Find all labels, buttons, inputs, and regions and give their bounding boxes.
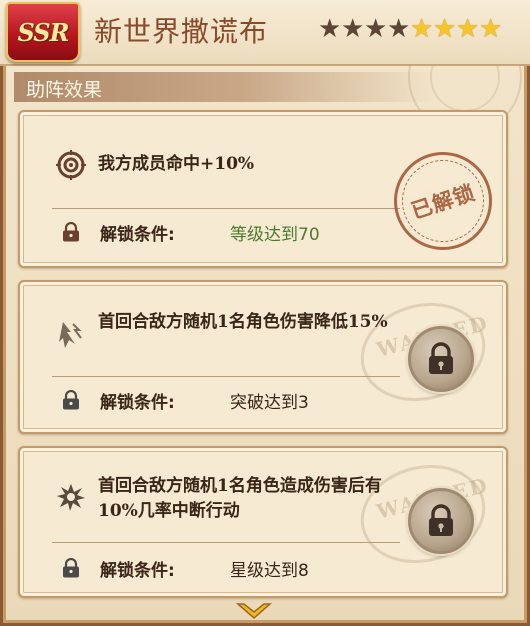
condition-value: 星级达到8 [230,561,309,581]
section-title: 助阵效果 [26,79,103,101]
character-name: 新世界撒谎布 [94,15,269,48]
locked-skill-button[interactable] [408,488,474,554]
divider [52,376,400,377]
condition-label: 解锁条件: [100,561,175,581]
lock-icon [63,390,79,410]
star-icon: ★ [387,14,411,44]
scroll-down-button[interactable] [234,600,274,622]
section-header: 助阵效果 [14,72,434,102]
star-icon: ★ [341,14,365,44]
star-icon: ★ [433,14,457,44]
skill-effect: 首回合敌方随机1名角色造成伤害后有10%几率中断行动 [98,476,382,521]
star-icon: ★ [318,14,342,44]
unlocked-stamp-text: 已解锁 [405,175,481,227]
lock-icon [429,342,453,374]
rarity-label: SSR [17,17,69,47]
star-icon: ★ [456,14,480,44]
condition-label: 解锁条件: [100,393,175,413]
panel-header: SSR 新世界撒谎布 ★ ★ ★ ★ ★ ★ ★ ★ [0,0,530,66]
star-rating: ★ ★ ★ ★ ★ ★ ★ ★ [318,14,502,44]
burst-icon [56,482,86,512]
skill-effect: 首回合敌方随机1名角色伤害降低15% [98,312,388,332]
condition-label: 解锁条件: [100,225,175,245]
condition-value: 突破达到3 [230,393,309,413]
skill-card[interactable]: WANTED 首回合敌方随机1名角色造成伤害后有10%几率中断行动 解锁条件: … [18,446,508,598]
condition-value: 等级达到70 [230,225,320,245]
locked-skill-button[interactable] [408,326,474,392]
chevron-down-icon [236,603,272,619]
lock-icon [63,558,79,578]
skill-effect: 我方成员命中+10% [98,154,255,174]
divider [52,542,400,543]
lock-icon [429,504,453,536]
debuff-arrow-icon [56,320,86,350]
skill-card[interactable]: WANTED 首回合敌方随机1名角色伤害降低15% 解锁条件: 突破达到3 [18,280,508,434]
target-icon [56,150,86,180]
star-icon: ★ [364,14,388,44]
skill-panel: SSR 新世界撒谎布 ★ ★ ★ ★ ★ ★ ★ ★ 助阵效果 我方成员命中+1… [0,0,530,626]
star-icon: ★ [479,14,503,44]
skill-card[interactable]: 我方成员命中+10% 解锁条件: 等级达到70 已解锁 [18,110,508,268]
lock-icon [63,222,79,242]
star-icon: ★ [410,14,434,44]
divider [52,208,400,209]
rarity-badge: SSR [6,2,80,62]
